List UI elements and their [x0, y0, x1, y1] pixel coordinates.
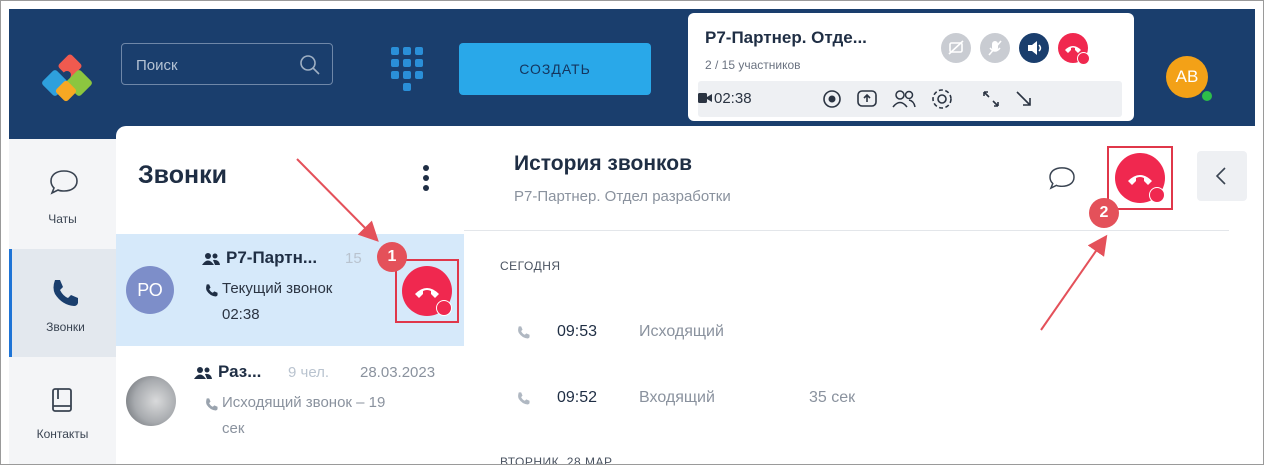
chevron-left-icon	[1215, 167, 1226, 185]
dialpad-icon[interactable]	[385, 45, 429, 99]
search-box[interactable]	[121, 43, 333, 85]
mic-off-icon[interactable]	[980, 33, 1010, 63]
history-date-tuesday: ВТОРНИК, 28 МАР.	[500, 455, 615, 465]
group-icon	[194, 367, 212, 379]
call-item-duration: 02:38	[222, 306, 260, 323]
call-item-status-cont: сек	[222, 420, 245, 437]
call-controls-bar: 02:38	[698, 81, 1122, 117]
search-input[interactable]	[134, 53, 298, 77]
call-list-item[interactable]: Раз... 9 чел. 28.03.2023 Исходящий звоно…	[116, 346, 464, 458]
history-title: История звонков	[514, 152, 692, 175]
online-status-dot	[1200, 89, 1214, 103]
history-entry-time: 09:53	[557, 323, 598, 340]
call-item-status: Исходящий звонок – 19	[222, 394, 386, 411]
call-item-name: Р7-Партн...	[226, 248, 318, 267]
nav-label-contacts: Контакты	[36, 427, 89, 441]
annotation-badge-2: 2	[1089, 198, 1119, 228]
active-call-panel: Р7-Партнер. Отде... 2 / 15 участников 02…	[688, 13, 1134, 121]
history-entry-type: Исходящий	[639, 323, 724, 340]
more-options-icon[interactable]	[421, 164, 431, 192]
participants-icon[interactable]	[892, 88, 916, 110]
end-call-button-list[interactable]	[402, 266, 452, 316]
minimize-icon[interactable]	[1014, 89, 1034, 109]
nav-item-contacts[interactable]: Контакты	[9, 357, 116, 464]
chevron-down-icon[interactable]	[1149, 187, 1165, 203]
call-item-members: 9 чел.	[288, 364, 330, 381]
contacts-icon	[52, 388, 72, 412]
history-entry-time: 09:52	[557, 389, 598, 406]
settings-icon[interactable]	[930, 87, 954, 111]
call-item-status: Текущий звонок	[222, 280, 333, 297]
speaker-icon[interactable]	[1019, 33, 1049, 63]
chat-icon	[50, 170, 78, 195]
nav-label-chats: Чаты	[48, 212, 77, 226]
phone-icon	[53, 280, 78, 306]
divider	[464, 230, 1229, 231]
top-bar: СОЗДАТЬ Р7-Партнер. Отде... 2 / 15 участ…	[9, 9, 1255, 139]
avatar: РО	[126, 266, 174, 314]
call-item-date: 28.03.2023	[360, 364, 436, 381]
annotation-badge-1: 1	[377, 242, 407, 272]
app-logo-icon[interactable]	[31, 51, 101, 111]
call-item-count: 15	[345, 250, 362, 267]
screen-off-icon[interactable]	[941, 33, 971, 63]
nav-item-chats[interactable]: Чаты	[9, 139, 116, 249]
end-call-button-history[interactable]	[1115, 153, 1165, 203]
call-history-panel: История звонков Р7-Партнер. Отдел разраб…	[464, 126, 1257, 465]
nav-label-calls: Звонки	[46, 320, 85, 334]
history-subtitle: Р7-Партнер. Отдел разработки	[514, 188, 731, 205]
active-call-title: Р7-Партнер. Отде...	[705, 28, 867, 47]
chat-icon[interactable]	[1048, 166, 1076, 190]
phone-icon	[518, 326, 530, 339]
share-screen-icon[interactable]	[856, 88, 878, 110]
calls-list-panel: Звонки РО Р7-Партн... 15 Текущий звонок …	[116, 126, 465, 464]
left-navigation: Чаты Звонки Контакты	[9, 139, 116, 464]
group-icon	[202, 253, 220, 265]
create-button[interactable]: СОЗДАТЬ	[459, 43, 651, 95]
chevron-down-icon[interactable]	[436, 300, 452, 316]
call-list-item-current[interactable]: РО Р7-Партн... 15 Текущий звонок 02:38	[116, 234, 464, 346]
nav-item-calls[interactable]: Звонки	[9, 249, 116, 357]
history-date-today: СЕГОДНЯ	[500, 259, 561, 273]
phone-icon	[206, 398, 218, 411]
chevron-down-icon[interactable]	[1077, 52, 1090, 65]
history-entry-duration: 35 сек	[809, 389, 856, 406]
phone-icon	[206, 284, 218, 297]
record-icon[interactable]	[822, 89, 842, 109]
search-icon[interactable]	[298, 53, 322, 77]
app-window: СОЗДАТЬ Р7-Партнер. Отде... 2 / 15 участ…	[0, 0, 1264, 465]
call-timer: 02:38	[714, 90, 752, 107]
collapse-panel-button[interactable]	[1197, 151, 1247, 201]
end-call-icon[interactable]	[1058, 33, 1090, 65]
phone-icon	[518, 392, 530, 405]
calls-list-title: Звонки	[138, 161, 227, 189]
history-entry-type: Входящий	[639, 389, 715, 406]
expand-icon[interactable]	[981, 89, 1001, 109]
call-item-name: Раз...	[218, 362, 262, 381]
avatar	[126, 376, 176, 426]
active-call-participants: 2 / 15 участников	[705, 58, 801, 72]
video-icon	[698, 93, 712, 103]
